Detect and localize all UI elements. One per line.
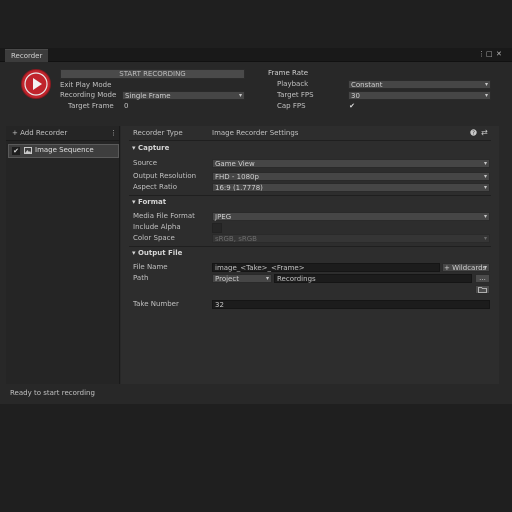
take-number-label: Take Number: [133, 300, 179, 308]
cap-fps-checkbox[interactable]: ✔: [348, 102, 356, 110]
source-label: Source: [133, 159, 158, 167]
tab-recorder[interactable]: Recorder: [5, 49, 49, 62]
divider: [6, 140, 119, 141]
add-recorder-button[interactable]: + Add Recorder: [12, 129, 67, 138]
chevron-down-icon: ▾: [483, 213, 487, 220]
recorder-list-panel: + Add Recorder ⋮ ✔ Image Sequence: [6, 126, 120, 384]
capture-section-header[interactable]: ▾ Capture: [132, 144, 169, 153]
presets-icon[interactable]: ⇄: [481, 128, 488, 137]
recorder-window: Recorder ⋮ □ ✕ START RECORDING Exit Play…: [0, 48, 512, 404]
path-label: Path: [133, 274, 149, 282]
aspect-ratio-label: Aspect Ratio: [133, 183, 177, 191]
play-icon: [24, 72, 48, 96]
recorder-settings-panel: Recorder Type Image Recorder Settings ? …: [121, 126, 499, 384]
chevron-down-icon: ▾: [483, 264, 487, 271]
output-file-title: Output File: [137, 249, 183, 257]
path-field[interactable]: Recordings: [274, 274, 472, 283]
enabled-checkbox[interactable]: ✔: [12, 147, 20, 155]
chevron-down-icon: ▾: [483, 235, 487, 242]
wildcards-label: + Wildcards: [444, 264, 487, 272]
source-dropdown[interactable]: Game View ▾: [212, 159, 490, 168]
divider: [129, 246, 491, 247]
chevron-down-icon: ▾: [265, 275, 269, 282]
maximize-icon[interactable]: □: [486, 49, 493, 60]
recorder-type-value: Image Recorder Settings: [212, 129, 299, 137]
chevron-down-icon: ▾: [483, 173, 487, 180]
svg-text:?: ?: [472, 131, 475, 136]
playback-dropdown[interactable]: Constant ▾: [348, 80, 491, 89]
target-fps-value: 30: [351, 92, 360, 100]
aspect-ratio-dropdown[interactable]: 16:9 (1.7778) ▾: [212, 183, 490, 192]
recording-mode-label: Recording Mode: [60, 91, 117, 99]
aspect-ratio-value: 16:9 (1.7778): [215, 184, 263, 192]
recording-mode-value: Single Frame: [125, 92, 171, 100]
format-title: Format: [137, 198, 167, 206]
target-frame-label: Target Frame: [68, 102, 114, 110]
target-frame-field[interactable]: 0: [122, 102, 245, 111]
list-item[interactable]: ✔ Image Sequence: [8, 144, 119, 158]
path-root-value: Project: [215, 275, 239, 283]
help-icon[interactable]: ?: [470, 129, 477, 138]
media-file-format-dropdown[interactable]: JPEG ▾: [212, 212, 490, 221]
file-name-label: File Name: [133, 263, 168, 271]
open-folder-button[interactable]: [475, 285, 490, 294]
take-number-field[interactable]: 32: [212, 300, 490, 309]
color-space-value: sRGB, sRGB: [215, 235, 257, 243]
frame-rate-title: Frame Rate: [268, 69, 309, 77]
output-resolution-value: FHD - 1080p: [215, 173, 259, 181]
media-file-format-value: JPEG: [215, 213, 232, 221]
window-titlebar: Recorder ⋮ □ ✕: [0, 48, 512, 62]
chevron-down-icon: ▾: [238, 92, 242, 99]
close-icon[interactable]: ✕: [496, 49, 502, 60]
path-root-dropdown[interactable]: Project ▾: [212, 274, 272, 283]
media-file-format-label: Media File Format: [133, 212, 195, 220]
color-space-label: Color Space: [133, 234, 175, 242]
image-icon: [24, 147, 32, 154]
exit-play-mode-label: Exit Play Mode: [60, 81, 112, 89]
target-fps-label: Target FPS: [277, 91, 314, 99]
chevron-down-icon: ▾: [483, 184, 487, 191]
format-section-header[interactable]: ▾ Format: [132, 198, 166, 207]
wildcards-dropdown[interactable]: + Wildcards ▾: [442, 263, 490, 272]
include-alpha-checkbox: [212, 223, 222, 233]
output-file-section-header[interactable]: ▾ Output File: [132, 249, 182, 258]
cap-fps-label: Cap FPS: [277, 102, 306, 110]
divider: [129, 140, 491, 141]
color-space-dropdown: sRGB, sRGB ▾: [212, 234, 490, 243]
record-button[interactable]: [21, 69, 51, 99]
output-resolution-label: Output Resolution: [133, 172, 197, 180]
divider: [129, 195, 491, 196]
list-item-label: Image Sequence: [35, 146, 94, 154]
capture-title: Capture: [137, 144, 170, 152]
playback-label: Playback: [277, 80, 309, 88]
playback-value: Constant: [351, 81, 383, 89]
browse-button[interactable]: ...: [475, 274, 490, 283]
target-fps-dropdown[interactable]: 30 ▾: [348, 91, 491, 100]
folder-icon: [478, 287, 487, 293]
file-name-field[interactable]: image_<Take>_<Frame>: [212, 263, 440, 272]
chevron-down-icon: ▾: [484, 81, 488, 88]
start-recording-button[interactable]: START RECORDING: [60, 69, 245, 79]
chevron-down-icon: ▾: [484, 92, 488, 99]
recording-mode-dropdown[interactable]: Single Frame ▾: [122, 91, 245, 100]
include-alpha-label: Include Alpha: [133, 223, 181, 231]
source-value: Game View: [215, 160, 255, 168]
status-text: Ready to start recording: [10, 389, 95, 397]
output-resolution-dropdown[interactable]: FHD - 1080p ▾: [212, 172, 490, 181]
chevron-down-icon: ▾: [483, 160, 487, 167]
more-options-icon[interactable]: ⋮: [478, 49, 485, 60]
recorder-type-label: Recorder Type: [133, 129, 183, 137]
more-options-icon[interactable]: ⋮: [110, 129, 117, 138]
